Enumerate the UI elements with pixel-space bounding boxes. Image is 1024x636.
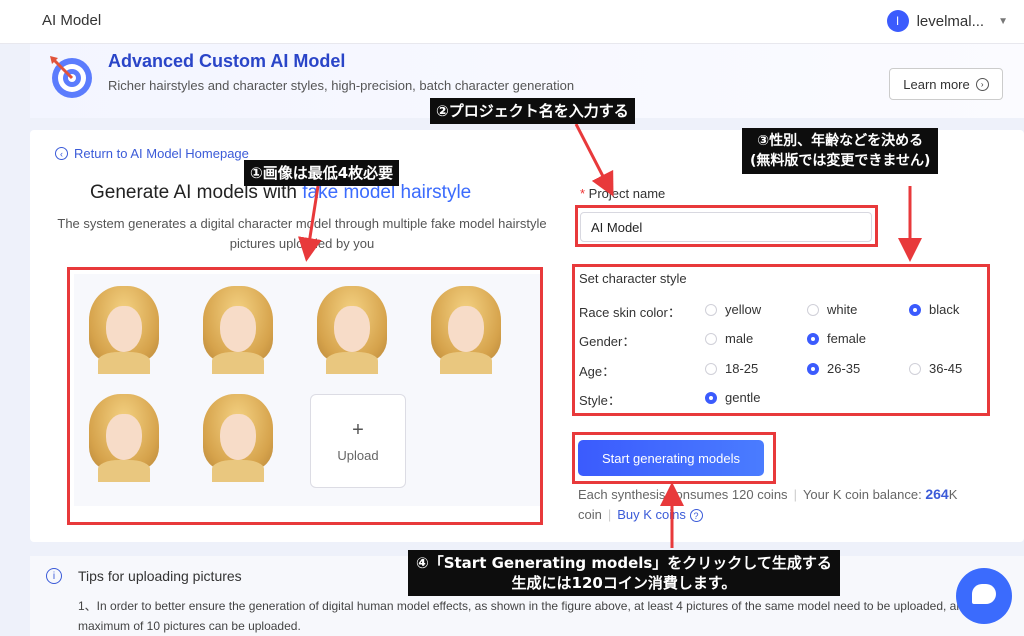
annotation-note-4: ④「Start Generating models」をクリックして生成する 生成… [408, 550, 840, 596]
annotation-box-start [572, 432, 776, 484]
generate-description: The system generates a digital character… [57, 216, 547, 251]
learn-more-label: Learn more [903, 76, 970, 92]
consume-text: Each synthesis consumes 120 coins [578, 487, 788, 502]
top-bar: AI Model l levelmal... ▼ [0, 0, 1024, 44]
back-link[interactable]: ‹ Return to AI Model Homepage [55, 146, 249, 161]
balance-value: 264 [925, 486, 949, 502]
coin-info: Each synthesis consumes 120 coins | Your K… [578, 486, 958, 523]
back-link-label: Return to AI Model Homepage [74, 146, 249, 161]
annotation-note-3-line2: (無料版では変更できません) [750, 153, 931, 169]
info-icon: i [46, 568, 62, 584]
learn-more-button[interactable]: Learn more › [889, 68, 1003, 100]
tips-title: Tips for uploading pictures [78, 568, 242, 584]
annotation-note-4-line2: 生成には120コイン消費します。 [511, 574, 737, 592]
balance-label: Your K coin balance: [802, 487, 926, 502]
project-name-label: * Project name [580, 186, 666, 201]
avatar: l [886, 10, 909, 32]
help-icon[interactable]: ? [689, 509, 703, 523]
annotation-note-2: ②プロジェクト名を入力する [430, 98, 635, 124]
back-arrow-icon: ‹ [55, 147, 68, 160]
annotation-box-project [575, 205, 878, 247]
username: levelmal... [916, 12, 985, 30]
annotation-box-style [572, 264, 990, 416]
annotation-note-4-line1: ④「Start Generating models」をクリックして生成する [416, 554, 832, 572]
target-icon [50, 56, 92, 98]
banner-title: Advanced Custom AI Model [108, 51, 346, 71]
banner-subtitle: Richer hairstyles and character styles, … [108, 78, 575, 93]
buy-coins-link[interactable]: Buy K coins [617, 507, 686, 522]
annotation-note-3: ③性別、年齢などを決める (無料版では変更できません) [742, 128, 939, 174]
tips-text: 1、In order to better ensure the generati… [78, 599, 980, 633]
annotation-note-3-line1: ③性別、年齢などを決める [757, 133, 924, 149]
chat-icon [972, 584, 996, 604]
annotation-box-photos [67, 267, 543, 525]
page-title: AI Model [42, 12, 102, 29]
chevron-down-icon: ▼ [998, 15, 1008, 27]
arrow-right-icon: › [975, 77, 989, 91]
annotation-note-1: ①画像は最低4枚必要 [244, 160, 400, 186]
chat-button[interactable] [956, 568, 1012, 624]
user-menu[interactable]: l levelmal... ▼ [886, 10, 1008, 32]
